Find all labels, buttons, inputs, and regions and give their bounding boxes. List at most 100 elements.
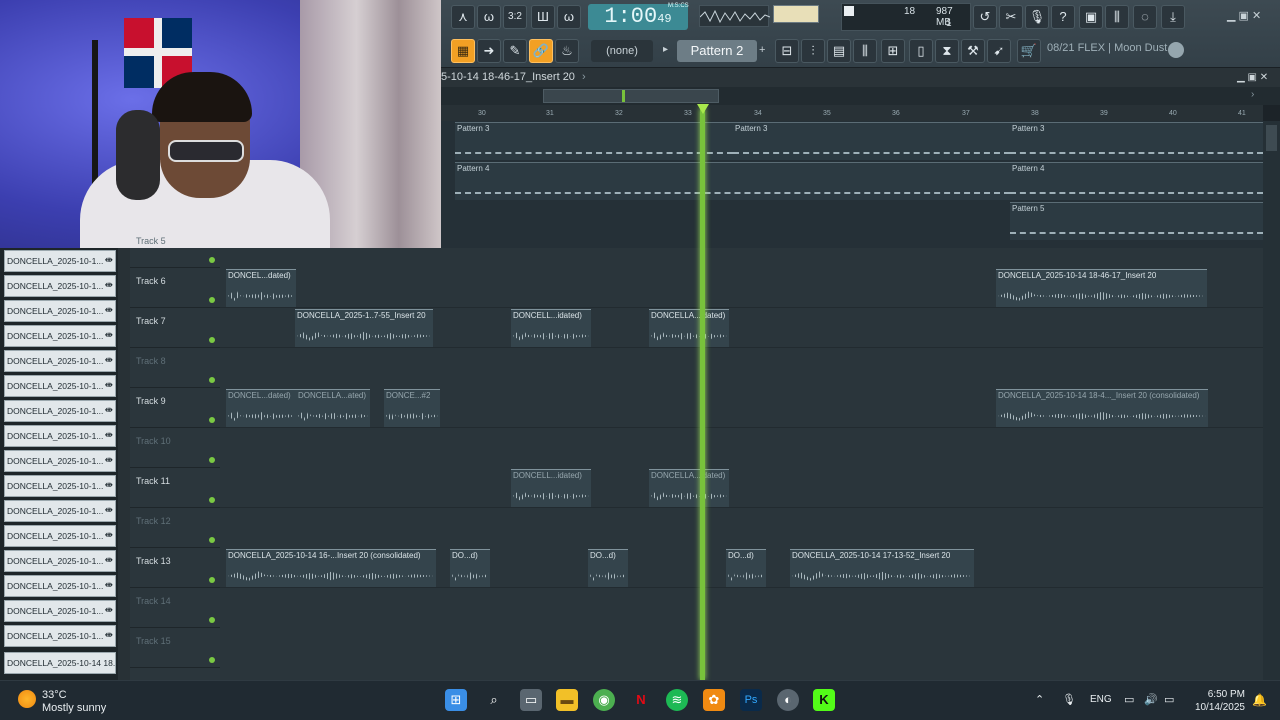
tempo-icon[interactable]: ω <box>477 5 501 29</box>
track-led-icon[interactable] <box>209 497 215 503</box>
cut-icon[interactable]: ✂ <box>999 5 1023 29</box>
playlist-window-controls[interactable]: ▁ ▣ ✕ <box>1237 68 1268 87</box>
track-header[interactable]: Track 13 <box>130 548 220 588</box>
window-controls[interactable]: ▁ ▣ ✕ <box>1227 9 1261 22</box>
pattern-select[interactable]: Pattern 2 <box>677 40 757 62</box>
audio-clip[interactable]: DONCELLA_2025-10-14 18-4..._Insert 20 (c… <box>996 389 1208 427</box>
track-header[interactable]: Track 15 <box>130 628 220 668</box>
audio-clip[interactable]: DONCELL...idated) <box>511 469 591 507</box>
undo-icon[interactable]: ↺ <box>973 5 997 29</box>
route-arrows-icon[interactable]: ⇼ <box>105 576 113 596</box>
pattern-clip[interactable]: Pattern 4 <box>455 162 1010 200</box>
record-mode-icon[interactable]: ω <box>557 5 581 29</box>
plugin-icon[interactable]: ⧗ <box>935 39 959 63</box>
browser-icon[interactable]: ⊞ <box>881 39 905 63</box>
mixer-insert-item[interactable]: DONCELLA_2025-10-1... ⇼ <box>4 500 116 522</box>
obs-icon[interactable]: ◐ <box>777 689 799 711</box>
audio-clip[interactable]: DONCEL...dated) <box>226 269 296 307</box>
route-arrows-icon[interactable]: ⇼ <box>105 251 113 271</box>
track-led-icon[interactable] <box>209 417 215 423</box>
audio-clip[interactable]: DONCELLA_2025-1..7-55_Insert 20 <box>295 309 433 347</box>
mixer-list-scrollbar[interactable] <box>118 248 130 680</box>
track-header[interactable]: Track 5 <box>130 228 220 268</box>
windows-start-icon[interactable]: ⊞ <box>445 689 467 711</box>
step-seq-icon[interactable]: ⊟ <box>775 39 799 63</box>
route-arrows-icon[interactable]: ⇼ <box>105 551 113 571</box>
vertical-scroll-thumb[interactable] <box>1266 125 1277 151</box>
add-pattern-icon[interactable]: + <box>759 44 765 56</box>
photoshop-icon[interactable]: Ps <box>740 689 762 711</box>
track-led-icon[interactable] <box>209 617 215 623</box>
chat-icon[interactable]: ◌ <box>1133 5 1157 29</box>
notification-bell-icon[interactable]: 🔔 <box>1252 693 1267 707</box>
route-arrows-icon[interactable]: ⇼ <box>105 401 113 421</box>
audio-clip[interactable]: DONCEL...dated) <box>226 389 296 427</box>
render-icon[interactable]: ➹ <box>987 39 1011 63</box>
mixer-insert-item[interactable]: DONCELLA_2025-10-1... ⇼ <box>4 525 116 547</box>
audio-clip[interactable]: DO...d) <box>726 549 766 587</box>
weather-sun-icon[interactable] <box>18 690 36 708</box>
audio-clip[interactable]: DONCELL...idated) <box>511 309 591 347</box>
chevron-up-icon[interactable]: ⌃ <box>1035 693 1044 706</box>
chrome-icon[interactable]: ◉ <box>593 689 615 711</box>
scroll-thumb[interactable] <box>543 89 719 103</box>
audio-clip[interactable]: DONCELLA_2025-10-14 17-13-52_Insert 20 <box>790 549 974 587</box>
pattern-clip[interactable]: Pattern 5 <box>1010 202 1263 240</box>
download-icon[interactable]: ⤓ <box>1161 5 1185 29</box>
spotify-icon[interactable]: ≋ <box>666 689 688 711</box>
track-led-icon[interactable] <box>209 577 215 583</box>
track-lane[interactable]: DONCELL...idated) DONCELLA...idated) <box>220 468 1263 508</box>
route-arrows-icon[interactable]: ⇼ <box>105 276 113 296</box>
audio-clip[interactable]: DONCELLA...idated) <box>649 309 729 347</box>
cart-icon[interactable]: 🛒 <box>1017 39 1041 63</box>
track-header[interactable]: Track 6 <box>130 268 220 308</box>
language-indicator[interactable]: ENG <box>1090 694 1112 705</box>
track-led-icon[interactable] <box>209 657 215 663</box>
pattern-clip[interactable]: Pattern 3 <box>1010 122 1263 160</box>
track-lane[interactable]: DONCEL...dated) DONCELLA_2025-10-14 18-4… <box>220 268 1263 308</box>
metronome-icon[interactable]: Ш <box>531 5 555 29</box>
eq-icon[interactable]: ⫶ <box>801 39 825 63</box>
mixer-insert-item[interactable]: DONCELLA_2025-10-1... ⇼ <box>4 325 116 347</box>
playhead-marker-icon[interactable] <box>697 104 709 114</box>
file-explorer-icon[interactable]: ▬ <box>556 689 578 711</box>
weather-temperature[interactable]: 33°C <box>42 689 67 701</box>
network-icon[interactable]: ▭ <box>1124 693 1134 706</box>
battery-icon[interactable]: ▭ <box>1164 693 1174 706</box>
track-lane[interactable]: DONCELLA_2025-1..7-55_Insert 20 DONCELL.… <box>220 308 1263 348</box>
pencil-icon[interactable]: ✎ <box>503 39 527 63</box>
document-icon[interactable]: ▯ <box>909 39 933 63</box>
audio-clip[interactable]: DONCELLA_2025-10-14 18-46-17_Insert 20 <box>996 269 1207 307</box>
track-led-icon[interactable] <box>209 377 215 383</box>
pattern-song-icon[interactable]: ⋏ <box>451 5 475 29</box>
mixer-insert-item[interactable]: DONCELLA_2025-10-1... ⇼ <box>4 350 116 372</box>
globe-icon[interactable] <box>1168 42 1184 58</box>
playlist-icon[interactable]: ▦ <box>451 39 475 63</box>
link-icon[interactable]: 🔗 <box>529 39 553 63</box>
route-arrows-icon[interactable]: ⇼ <box>105 426 113 446</box>
time-sig-icon[interactable]: 3:2 <box>503 5 527 29</box>
mixer-insert-item[interactable]: DONCELLA_2025-10-14 18... <box>4 652 116 674</box>
audio-clip[interactable]: DO...d) <box>588 549 628 587</box>
track-led-icon[interactable] <box>209 457 215 463</box>
track-lane[interactable]: DONCELLA_2025-10-14 16-...Insert 20 (con… <box>220 548 1263 588</box>
playlist-lanes[interactable]: DONCEL...dated) DONCELLA_2025-10-14 18-4… <box>220 248 1263 680</box>
track-led-icon[interactable] <box>209 257 215 263</box>
clock-time[interactable]: 6:50 PM <box>1207 689 1245 700</box>
mixer-insert-item[interactable]: DONCELLA_2025-10-1... ⇼ <box>4 300 116 322</box>
mixer-insert-item[interactable]: DONCELLA_2025-10-1... ⇼ <box>4 450 116 472</box>
track-header[interactable]: Track 12 <box>130 508 220 548</box>
mixer-icon[interactable]: ⫼ <box>1105 5 1129 29</box>
route-arrows-icon[interactable]: ⇼ <box>105 476 113 496</box>
mixer-insert-item[interactable]: DONCELLA_2025-10-1... ⇼ <box>4 400 116 422</box>
track-header[interactable]: Track 11 <box>130 468 220 508</box>
timeline-ruler[interactable]: 30 31 32 33 34 35 36 37 38 39 40 41 <box>441 105 1263 121</box>
track-header[interactable]: Track 14 <box>130 588 220 628</box>
clock-date[interactable]: 10/14/2025 <box>1190 702 1245 713</box>
track-led-icon[interactable] <box>209 537 215 543</box>
audio-clip[interactable]: DONCE...#2 <box>384 389 440 427</box>
vertical-scrollbar[interactable] <box>1263 121 1280 680</box>
arrow-right-icon[interactable]: ➜ <box>477 39 501 63</box>
mixer-insert-item[interactable]: DONCELLA_2025-10-1... ⇼ <box>4 250 116 272</box>
task-view-icon[interactable]: ▭ <box>520 689 542 711</box>
